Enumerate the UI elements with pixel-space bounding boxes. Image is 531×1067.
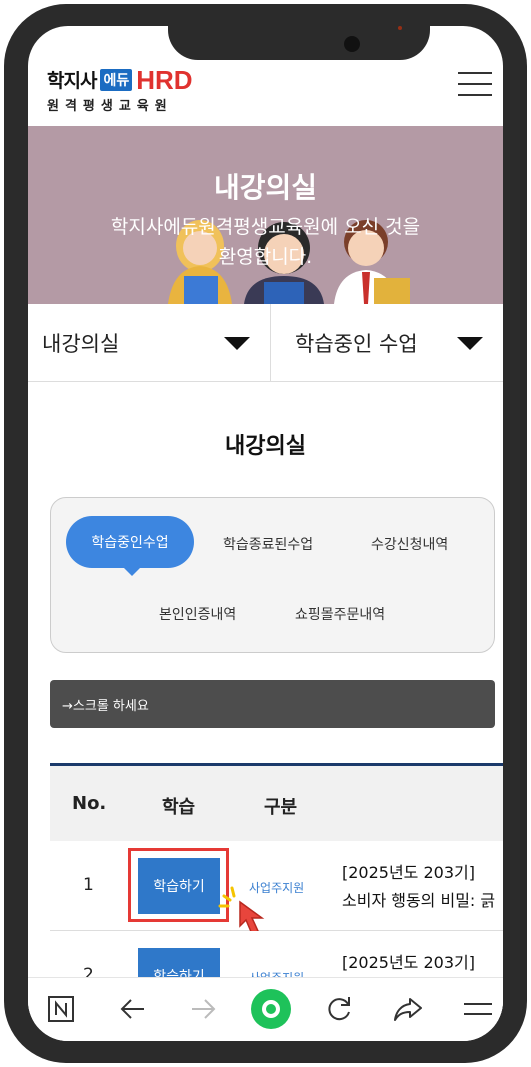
forward-arrow-icon[interactable] bbox=[188, 994, 218, 1024]
course-title-line2: 소비자 행동의 비밀: 긁 bbox=[342, 891, 496, 910]
logo-subtitle: 원격평생교육원 bbox=[47, 99, 173, 114]
course-title[interactable]: [2025년도 203기] bbox=[342, 949, 503, 977]
secondary-select-value: 학습중인 수업 bbox=[295, 331, 418, 356]
header-category: 구분 bbox=[264, 797, 298, 818]
phone-screen: 학지사 에듀 HRD 원격평생교육원 내강의실 학지사에듀원격평생교육원에 오신… bbox=[28, 26, 503, 1041]
front-camera bbox=[344, 36, 360, 52]
row-number: 1 bbox=[83, 875, 94, 895]
course-tabs: 학습중인수업 학습종료된수업 수강신청내역 본인인증내역 쇼핑몰주문내역 bbox=[50, 497, 495, 653]
banner-subtitle-line2: 환영합니다. bbox=[218, 246, 313, 268]
primary-select[interactable]: 내강의실 bbox=[28, 304, 271, 381]
secondary-select[interactable]: 학습중인 수업 bbox=[271, 304, 503, 381]
share-icon[interactable] bbox=[392, 994, 424, 1024]
tab-shop-orders[interactable]: 쇼핑몰주문내역 bbox=[295, 604, 385, 624]
menu-lines-icon[interactable] bbox=[462, 994, 494, 1024]
banner-title: 내강의실 bbox=[213, 171, 318, 204]
highlight-box bbox=[128, 848, 229, 922]
logo-main-text: 학지사 bbox=[47, 70, 97, 92]
header-no: No. bbox=[72, 793, 107, 814]
category-label: 사업주지원 bbox=[249, 881, 305, 895]
logo-hrd-text: HRD bbox=[136, 64, 193, 95]
course-title-line1: [2025년도 203기] bbox=[342, 863, 475, 882]
phone-frame: 학지사 에듀 HRD 원격평생교육원 내강의실 학지사에듀원격평생교육원에 오신… bbox=[4, 4, 527, 1063]
refresh-icon[interactable] bbox=[324, 994, 354, 1024]
hamburger-menu-icon[interactable] bbox=[458, 70, 494, 98]
section-title: 내강의실 bbox=[225, 434, 306, 459]
tab-learning-now[interactable]: 학습중인수업 bbox=[66, 516, 194, 576]
caret-down-icon bbox=[457, 337, 483, 350]
primary-select-value: 내강의실 bbox=[42, 331, 120, 356]
course-title[interactable]: [2025년도 203기] 소비자 행동의 비밀: 긁 bbox=[342, 859, 503, 915]
home-circle-icon[interactable] bbox=[250, 988, 292, 1030]
navigation-selects: 내강의실 학습중인 수업 bbox=[28, 304, 503, 382]
browser-bottom-bar bbox=[28, 977, 503, 1041]
tab-finished[interactable]: 학습종료된수업 bbox=[223, 534, 313, 554]
hero-banner: 내강의실 학지사에듀원격평생교육원에 오신 것을 환영합니다. bbox=[28, 126, 503, 304]
banner-subtitle: 학지사에듀원격평생교육원에 오신 것을 환영합니다. bbox=[28, 212, 503, 272]
n-logo-icon[interactable] bbox=[46, 994, 76, 1024]
site-header: 학지사 에듀 HRD 원격평생교육원 bbox=[28, 60, 503, 126]
course-title-line1: [2025년도 203기] bbox=[342, 953, 475, 972]
header-learn: 학습 bbox=[162, 797, 196, 818]
camera-indicator bbox=[398, 26, 402, 30]
logo-edu-badge: 에듀 bbox=[100, 68, 133, 91]
back-arrow-icon[interactable] bbox=[118, 994, 148, 1024]
scroll-hint-bar: →스크롤 하세요 bbox=[50, 680, 495, 728]
site-logo[interactable]: 학지사 에듀 HRD bbox=[47, 66, 193, 93]
table-header: No. 학습 구분 bbox=[50, 763, 503, 841]
caret-down-icon bbox=[224, 337, 250, 350]
phone-notch bbox=[168, 26, 430, 60]
tab-enrollment-history[interactable]: 수강신청내역 bbox=[371, 534, 448, 554]
table-row: 1 학습하기 사업주지원 [2025년도 203기] 소비자 행동의 비밀: 긁 bbox=[50, 841, 503, 936]
banner-subtitle-line1: 학지사에듀원격평생교육원에 오신 것을 bbox=[110, 216, 421, 238]
tab-identity-verification[interactable]: 본인인증내역 bbox=[159, 604, 236, 624]
